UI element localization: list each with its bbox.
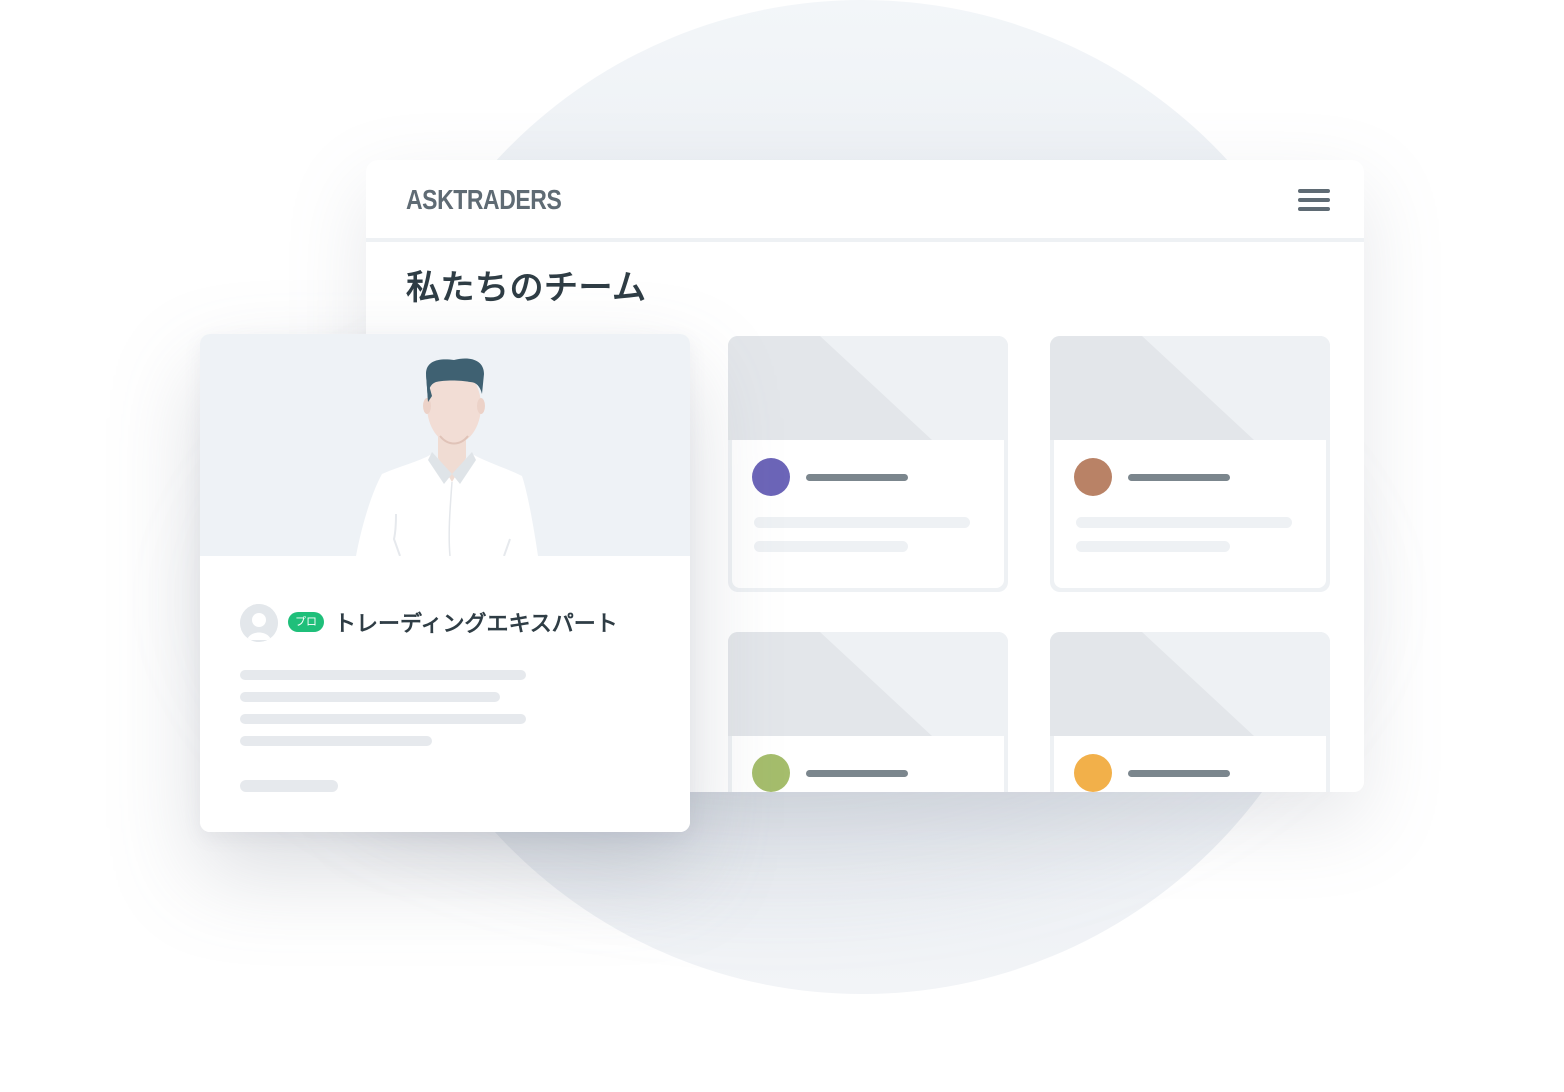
team-member-card[interactable] xyxy=(728,632,1008,792)
card-body xyxy=(732,736,1004,792)
text-placeholder xyxy=(240,670,526,680)
team-member-card[interactable] xyxy=(1050,336,1330,592)
text-placeholder xyxy=(1076,517,1292,528)
card-image-placeholder xyxy=(1050,632,1330,736)
name-placeholder xyxy=(1128,770,1230,777)
text-placeholder xyxy=(754,517,970,528)
name-placeholder xyxy=(806,474,908,481)
text-placeholder xyxy=(754,541,908,552)
team-member-card[interactable] xyxy=(728,336,1008,592)
page-title: 私たちのチーム xyxy=(406,268,647,308)
pro-badge: プロ xyxy=(288,612,324,632)
name-placeholder xyxy=(1128,474,1230,481)
featured-team-card[interactable]: プロ トレーディングエキスパート xyxy=(200,334,690,832)
illustration-stage: ASKTRADERS 私たちのチーム プロ トレーディングエキスパート xyxy=(0,0,1564,1092)
featured-card-body: プロ トレーディングエキスパート xyxy=(200,556,690,832)
link-placeholder[interactable] xyxy=(240,780,338,792)
card-image-placeholder xyxy=(728,632,1008,736)
card-body xyxy=(1054,440,1326,588)
person-illustration xyxy=(200,334,690,556)
top-navigation-bar: ASKTRADERS xyxy=(366,160,1364,242)
text-placeholder xyxy=(240,714,526,724)
user-avatar-icon xyxy=(240,604,278,642)
hamburger-menu-icon[interactable] xyxy=(1298,188,1332,214)
card-body xyxy=(732,440,1004,588)
team-member-card[interactable] xyxy=(1050,632,1330,792)
member-avatar xyxy=(752,458,790,496)
text-placeholder xyxy=(240,736,432,746)
brand-logo[interactable]: ASKTRADERS xyxy=(406,184,562,216)
card-image-placeholder xyxy=(1050,336,1330,440)
card-body xyxy=(1054,736,1326,792)
expert-title[interactable]: トレーディングエキスパート xyxy=(334,606,618,638)
name-placeholder xyxy=(806,770,908,777)
member-avatar xyxy=(1074,458,1112,496)
member-avatar xyxy=(752,754,790,792)
card-image-placeholder xyxy=(728,336,1008,440)
member-avatar xyxy=(1074,754,1112,792)
text-placeholder xyxy=(240,692,500,702)
text-placeholder xyxy=(1076,541,1230,552)
